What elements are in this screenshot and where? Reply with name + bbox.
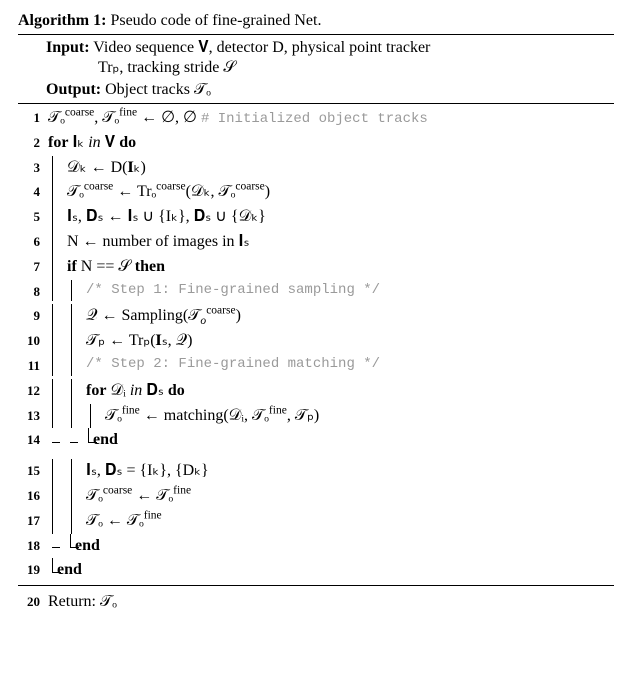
line-number: 15	[18, 459, 48, 481]
line-number: 8	[18, 280, 48, 302]
line-number: 6	[18, 230, 48, 252]
line-number: 12	[18, 379, 48, 401]
algo-label: Algorithm 1:	[18, 12, 106, 29]
code-line: 8 /* Step 1: Fine-grained sampling */	[18, 280, 614, 305]
code-line: 1 𝒯ₒcoarse, 𝒯ₒfine ← ∅, ∅ # Initialized …	[18, 106, 614, 131]
rule-top	[18, 34, 614, 35]
line-number: 1	[18, 106, 48, 128]
line-number: 16	[18, 484, 48, 506]
code-line: 11 /* Step 2: Fine-grained matching */	[18, 354, 614, 379]
line-number: 14	[18, 428, 48, 450]
input-label: Input:	[46, 39, 90, 56]
code-line: 7 if N == 𝒮 then	[18, 255, 614, 280]
comment: /* Step 2: Fine-grained matching */	[86, 354, 614, 376]
code-line: 18 end	[18, 534, 614, 559]
line-number: 10	[18, 329, 48, 351]
code-line: 17 𝒯ₒ ← 𝒯ₒfine	[18, 509, 614, 534]
comment: # Initialized object tracks	[201, 111, 428, 127]
input-block: Input: Video sequence 𝐕, detector D, phy…	[46, 39, 614, 77]
code-line: 3 𝒟ₖ ← D(𝐈ₖ)	[18, 156, 614, 181]
output-block: Output: Object tracks 𝒯ₒ	[46, 81, 614, 99]
algorithm-body: 1 𝒯ₒcoarse, 𝒯ₒfine ← ∅, ∅ # Initialized …	[18, 106, 614, 583]
code-line: 12 for 𝒟ᵢ in 𝐃ₛ do	[18, 379, 614, 404]
output-label: Output:	[46, 81, 101, 98]
code-line: 15 𝐈ₛ, 𝐃ₛ = {Iₖ}, {Dₖ}	[18, 459, 614, 484]
algorithm-title: Algorithm 1: Pseudo code of fine-grained…	[18, 12, 614, 30]
line-number: 4	[18, 180, 48, 202]
algo-caption: Pseudo code of fine-grained Net.	[110, 12, 321, 29]
code-line: 13 𝒯ₒfine ← matching(𝒟ᵢ, 𝒯ₒfine, 𝒯ₚ)	[18, 404, 614, 429]
line-number: 13	[18, 404, 48, 426]
line-number: 5	[18, 205, 48, 227]
line-number: 2	[18, 131, 48, 153]
code-line: 20 Return: 𝒯ₒ	[18, 590, 614, 615]
code-line: 2 for 𝐈ₖ in 𝐕 do	[18, 131, 614, 156]
line-number: 18	[18, 534, 48, 556]
code-line: 14 end	[18, 428, 614, 453]
rule-bottom	[18, 585, 614, 586]
code-line: 5 𝐈ₛ, 𝐃ₛ ← 𝐈ₛ ∪ {Iₖ}, 𝐃ₛ ∪ {𝒟ₖ}	[18, 205, 614, 230]
line-number: 3	[18, 156, 48, 178]
input-text-2: Trₚ, tracking stride 𝒮	[98, 57, 614, 77]
output-text: Object tracks 𝒯ₒ	[105, 81, 211, 98]
code-line: 6 N ← number of images in 𝐈ₛ	[18, 230, 614, 255]
line-number: 11	[18, 354, 48, 376]
rule-mid	[18, 103, 614, 104]
code-line: 16 𝒯ₒcoarse ← 𝒯ₒfine	[18, 484, 614, 509]
input-text-1: Video sequence 𝐕, detector D, physical p…	[93, 39, 430, 56]
code-line: 19 end	[18, 558, 614, 583]
line-number: 7	[18, 255, 48, 277]
code-line: 10 𝒯ₚ ← Trₚ(𝐈ₛ, 𝒬)	[18, 329, 614, 354]
comment: /* Step 1: Fine-grained sampling */	[86, 280, 614, 302]
code-line: 9 𝒬 ← Sampling(𝒯ocoarse)	[18, 304, 614, 329]
line-number: 20	[18, 590, 48, 612]
line-number: 19	[18, 558, 48, 580]
line-number: 9	[18, 304, 48, 326]
line-number: 17	[18, 509, 48, 531]
code-line: 4 𝒯ₒcoarse ← Trₒcoarse(𝒟ₖ, 𝒯ₒcoarse)	[18, 180, 614, 205]
